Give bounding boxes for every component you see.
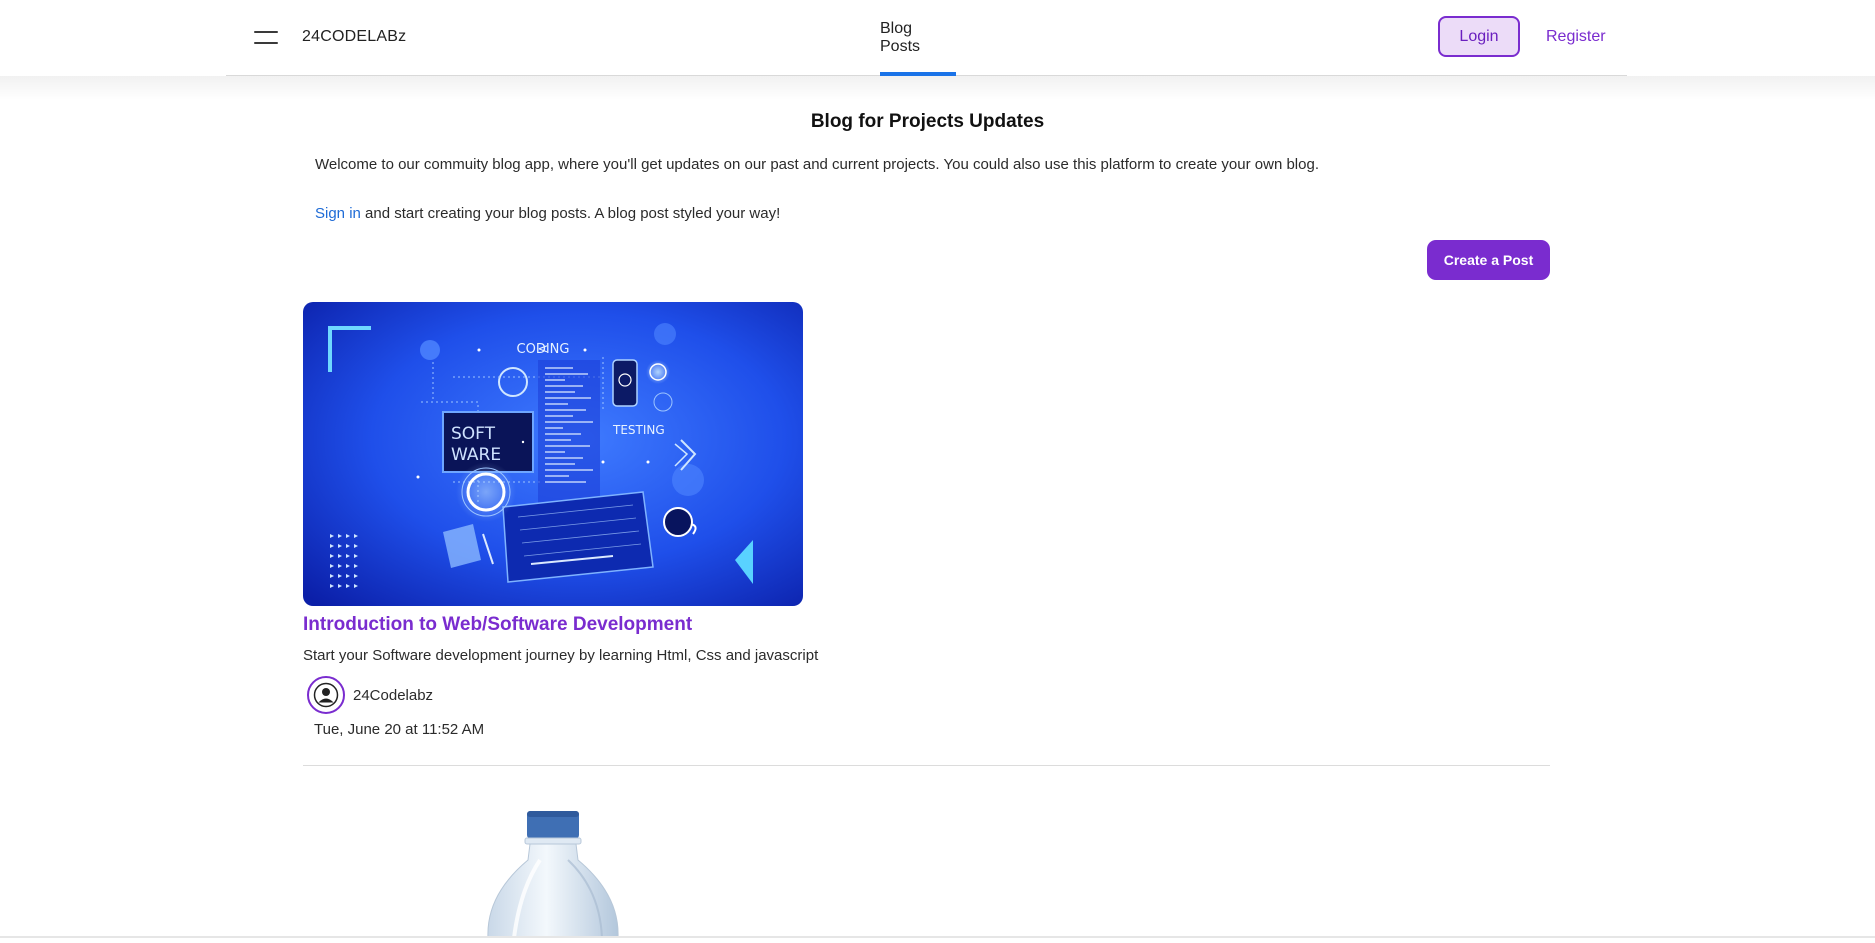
- coding-label: CODING: [517, 342, 570, 357]
- second-post-image[interactable]: [470, 800, 650, 939]
- soft-label: SOFT: [451, 424, 496, 444]
- tab-blog-posts[interactable]: Blog Posts: [880, 0, 956, 76]
- post-title[interactable]: Introduction to Web/Software Development: [303, 614, 692, 636]
- user-icon: [313, 682, 339, 708]
- signin-text: and start creating your blog posts. A bl…: [360, 205, 781, 222]
- hamburger-menu-icon[interactable]: [254, 28, 278, 46]
- intro-paragraph: Welcome to our commuity blog app, where …: [315, 156, 1319, 173]
- brand-logo-text[interactable]: 24CODELABz: [302, 28, 406, 46]
- create-post-button[interactable]: Create a Post: [1427, 240, 1550, 280]
- testing-label: TESTING: [612, 423, 665, 437]
- author-avatar: [307, 676, 345, 714]
- login-button[interactable]: Login: [1438, 16, 1520, 57]
- page-title: Blog for Projects Updates: [810, 111, 1045, 132]
- post-divider: [303, 765, 1550, 766]
- post-cover-image[interactable]: < CODING SOFT WARE TESTING: [303, 302, 803, 606]
- header-shadow: [0, 76, 1875, 100]
- sign-in-link[interactable]: Sign in: [315, 205, 361, 222]
- post-date: Tue, June 20 at 11:52 AM: [314, 721, 485, 738]
- ware-label: WARE: [451, 445, 501, 465]
- top-navbar: 24CODELABz Blog Posts Login Register: [226, 0, 1627, 76]
- post-description: Start your Software development journey …: [303, 647, 819, 664]
- register-link[interactable]: Register: [1546, 28, 1606, 46]
- author-name: 24Codelabz: [353, 687, 434, 704]
- signin-paragraph: Sign in and start creating your blog pos…: [315, 205, 780, 222]
